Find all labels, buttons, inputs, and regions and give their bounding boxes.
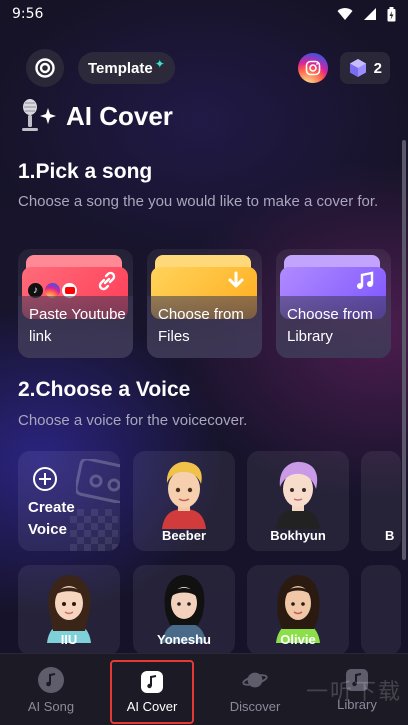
pick-song-description: Choose a song the you would like to make… — [18, 193, 379, 210]
paste-youtube-link-label: Paste Youtube link — [29, 306, 126, 345]
instagram-icon — [305, 60, 320, 76]
choose-voice-title: 2.Choose a Voice — [18, 378, 191, 401]
create-voice-card[interactable]: Create Voice — [18, 451, 120, 551]
music-disc-icon — [38, 666, 64, 693]
link-icon — [93, 267, 121, 295]
settings-button[interactable] — [26, 49, 64, 87]
voice-name: Yoneshu — [157, 632, 211, 647]
sparkle-icon: ✦ — [154, 57, 165, 71]
signal-icon — [364, 8, 376, 20]
credits-count: 2 — [373, 59, 382, 77]
avatar — [276, 461, 320, 529]
plus-circle-icon — [33, 467, 57, 491]
voice-name: Beeber — [161, 528, 207, 543]
voice-name: IIU — [60, 632, 78, 647]
tab-label: Discover — [229, 698, 281, 714]
voice-card[interactable]: B — [361, 451, 401, 551]
download-icon — [222, 267, 250, 295]
page-title-row: AI Cover — [18, 98, 173, 134]
watermark: 一听下载 — [305, 680, 402, 705]
tab-label: AI Song — [27, 698, 75, 714]
choose-from-files-label: Choose from Files — [158, 306, 244, 345]
voice-name: Bokhyun — [270, 528, 326, 543]
tab-ai-cover[interactable]: AI Cover — [110, 660, 194, 724]
gem-icon — [349, 59, 366, 77]
record-icon — [35, 58, 55, 78]
top-bar: Template ✦ 2 — [26, 49, 390, 87]
voice-name: B — [385, 528, 395, 543]
tab-discover[interactable]: Discover — [216, 658, 294, 722]
page-title: AI Cover — [66, 100, 173, 131]
choose-voice-description: Choose a voice for the voicecover. — [18, 412, 248, 429]
voice-card[interactable]: IIU — [18, 565, 120, 655]
voice-card[interactable]: Beeber — [133, 451, 235, 551]
wifi-icon — [337, 8, 353, 20]
pick-song-title: 1.Pick a song — [18, 160, 153, 183]
status-time: 9:56 — [12, 6, 44, 22]
planet-icon — [242, 667, 268, 693]
tab-label: AI Cover — [126, 698, 178, 714]
avatar — [162, 461, 206, 529]
voice-name: Olivie — [280, 632, 316, 647]
status-bar: 9:56 — [0, 0, 408, 28]
template-button[interactable]: Template ✦ — [78, 52, 175, 84]
microphone-icon — [22, 99, 56, 131]
choose-from-files-card[interactable]: Choose from Files — [147, 249, 262, 358]
voice-card[interactable]: Yoneshu — [133, 565, 235, 655]
voice-card[interactable]: Olivie — [247, 565, 349, 655]
scrollbar[interactable] — [402, 140, 406, 560]
battery-icon — [387, 6, 396, 21]
paste-youtube-link-card[interactable]: ♪ Paste Youtube link — [18, 249, 133, 358]
music-note-icon — [141, 670, 163, 693]
tab-ai-song[interactable]: AI Song — [12, 658, 90, 722]
credits-button[interactable]: 2 — [339, 52, 390, 84]
instagram-button[interactable] — [297, 53, 328, 83]
choose-from-library-card[interactable]: Choose from Library — [276, 249, 391, 358]
create-voice-label: Create Voice — [28, 499, 75, 538]
voice-card[interactable]: Bokhyun — [247, 451, 349, 551]
music-note-icon — [351, 267, 379, 295]
template-label: Template — [88, 59, 153, 77]
status-icons — [337, 6, 396, 22]
voice-card-partial[interactable] — [361, 565, 401, 655]
choose-from-library-label: Choose from Library — [287, 306, 373, 345]
